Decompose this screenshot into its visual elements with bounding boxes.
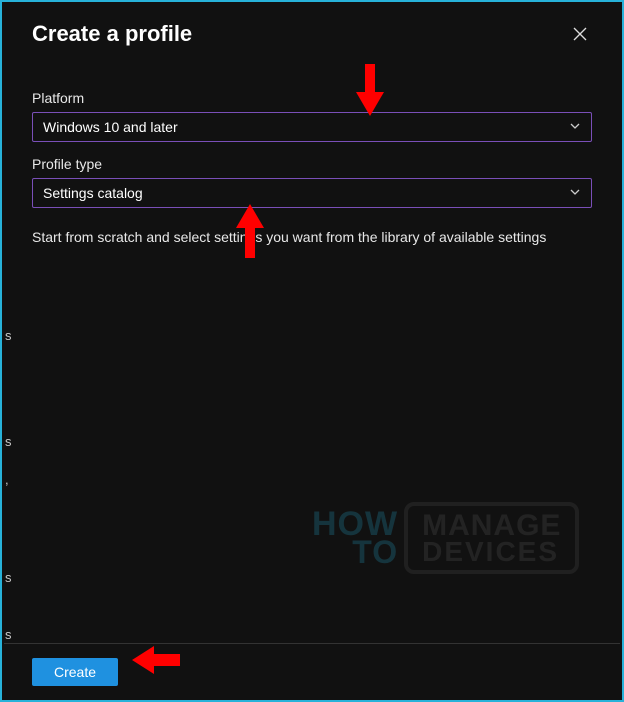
profile-type-dropdown-value: Settings catalog	[43, 185, 143, 201]
dialog-title: Create a profile	[32, 21, 192, 47]
dialog-header: Create a profile	[2, 2, 622, 58]
chevron-down-icon	[569, 185, 581, 201]
dialog-content: Platform Windows 10 and later Profile ty…	[2, 58, 622, 248]
profile-type-description: Start from scratch and select settings y…	[32, 228, 592, 248]
watermark-text: TO	[312, 539, 398, 566]
watermark-text: MANAGE	[422, 512, 561, 539]
background-text: ,	[5, 472, 9, 487]
background-text: s	[5, 434, 12, 449]
background-text: s	[5, 627, 12, 642]
profile-type-dropdown[interactable]: Settings catalog	[32, 178, 592, 208]
background-text: s	[5, 570, 12, 585]
close-icon	[573, 27, 587, 41]
dialog-footer: Create	[4, 643, 620, 700]
background-text: s	[5, 328, 12, 343]
chevron-down-icon	[569, 119, 581, 135]
platform-dropdown[interactable]: Windows 10 and later	[32, 112, 592, 142]
profile-type-label: Profile type	[32, 156, 592, 172]
dialog-frame: Create a profile Platform Windows 10 and…	[0, 0, 624, 702]
watermark: HOW TO MANAGE DEVICES	[312, 502, 579, 574]
close-button[interactable]	[566, 20, 594, 48]
platform-label: Platform	[32, 90, 592, 106]
create-button[interactable]: Create	[32, 658, 118, 686]
platform-dropdown-value: Windows 10 and later	[43, 119, 178, 135]
watermark-text: DEVICES	[422, 539, 561, 564]
